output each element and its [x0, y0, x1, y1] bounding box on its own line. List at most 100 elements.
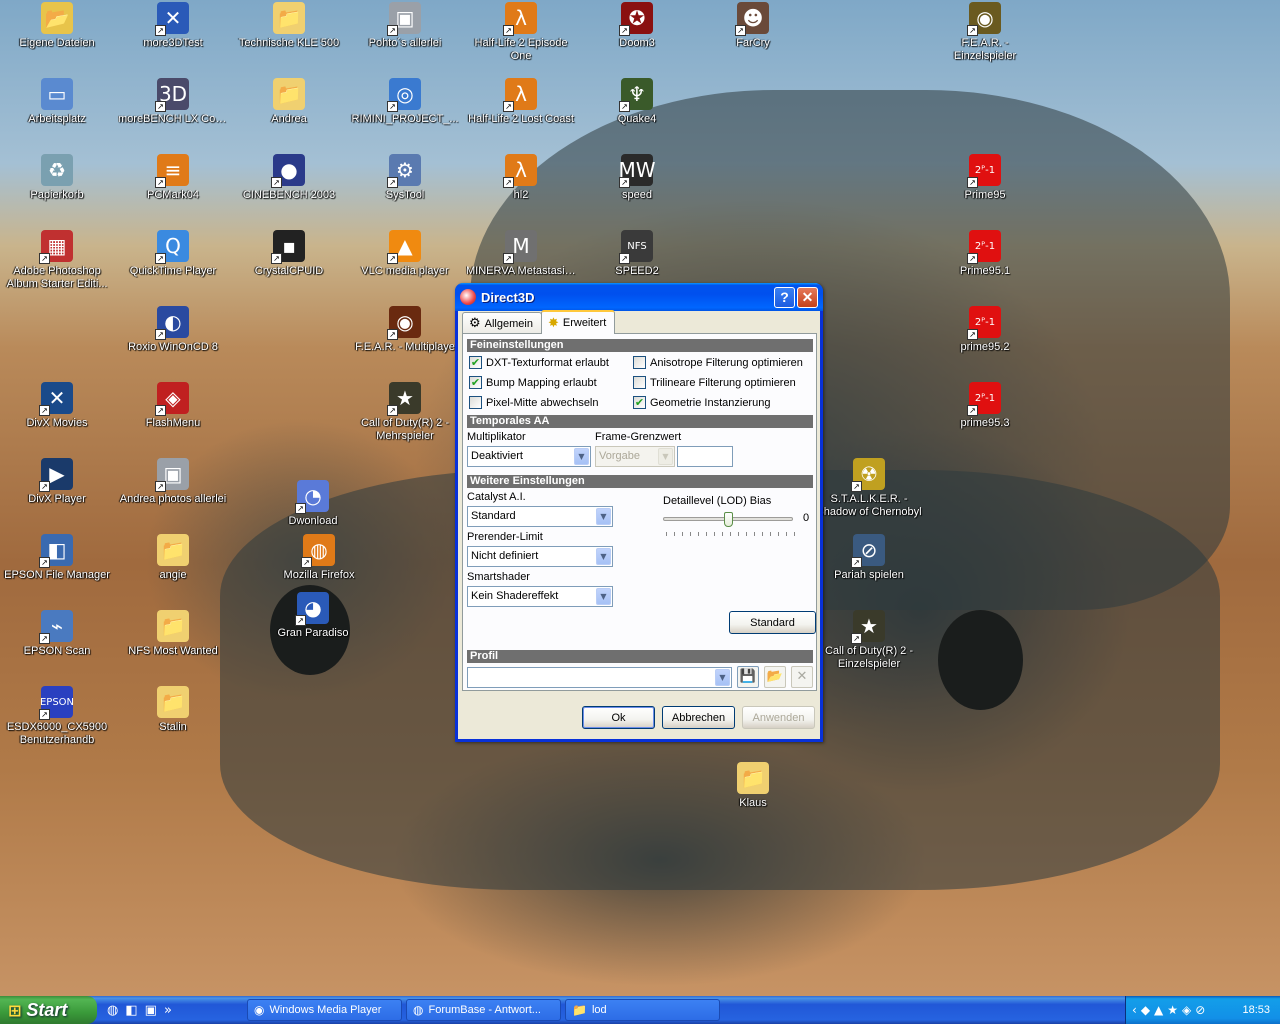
- ok-button[interactable]: Ok: [582, 706, 655, 729]
- option-checkbox[interactable]: Trilineare Filterung optimieren: [633, 376, 796, 389]
- desktop-shortcut[interactable]: ▣ ↗ Pohto´s allerlei: [350, 2, 460, 50]
- help-button[interactable]: ?: [774, 286, 795, 308]
- desktop-shortcut[interactable]: 📂 Eigene Dateien: [2, 2, 112, 50]
- option-checkbox[interactable]: Pixel-Mitte abwechseln: [469, 396, 599, 409]
- desktop-shortcut[interactable]: ▭ Arbeitsplatz: [2, 78, 112, 126]
- multiplikator-label: Multiplikator: [467, 431, 526, 443]
- lod-bias-slider-thumb[interactable]: [724, 512, 733, 527]
- dialog-titlebar[interactable]: Direct3D ? ✕: [455, 283, 823, 311]
- desktop-shortcut[interactable]: ▶ ↗ DivX Player: [2, 458, 112, 506]
- chevron-down-icon[interactable]: ▼: [715, 669, 730, 686]
- desktop-shortcut[interactable]: 2ᴾ-1 ↗ Prime95.1: [930, 230, 1040, 278]
- checkmark-icon[interactable]: ✔: [633, 396, 646, 409]
- explorer-icon[interactable]: ◧: [125, 1003, 137, 1018]
- desktop-shortcut[interactable]: ◈ ↗ FlashMenu: [118, 382, 228, 430]
- prerender-limit-select[interactable]: Nicht definiert ▼: [467, 546, 613, 567]
- desktop-shortcut[interactable]: ◎ ↗ RIMINI_PROJECT_...: [350, 78, 460, 126]
- smartshader-select[interactable]: Kein Shadereffekt ▼: [467, 586, 613, 607]
- chevron-right-icon[interactable]: »: [164, 1003, 172, 1018]
- desktop-shortcut[interactable]: NFS ↗ SPEED2: [582, 230, 692, 278]
- desktop-shortcut[interactable]: λ ↗ hl2: [466, 154, 576, 202]
- checkmark-icon[interactable]: ✔: [469, 376, 482, 389]
- desktop-shortcut[interactable]: ✪ ↗ Doom3: [582, 2, 692, 50]
- cancel-button[interactable]: Abbrechen: [662, 706, 735, 729]
- profil-select[interactable]: ▼: [467, 667, 732, 688]
- desktop-shortcut[interactable]: ★ ↗ Call of Duty(R) 2 - Mehrspieler: [350, 382, 460, 443]
- checkbox-box[interactable]: [469, 396, 482, 409]
- desktop-shortcut[interactable]: M ↗ MINERVA Metastasis 2: [466, 230, 576, 278]
- task-windows-media-player[interactable]: ◉ Windows Media Player: [247, 999, 402, 1021]
- desktop-shortcut[interactable]: ● ↗ CINEBENCH 2003: [234, 154, 344, 202]
- desktop-shortcut[interactable]: ◉ ↗ F.E.A.R. - Einzelspieler: [930, 2, 1040, 63]
- close-button[interactable]: ✕: [797, 286, 818, 308]
- desktop-shortcut[interactable]: 2ᴾ-1 ↗ prime95.2: [930, 306, 1040, 354]
- desktop-shortcut[interactable]: ◔ ↗ Dwonload: [258, 480, 368, 528]
- desktop-shortcut[interactable]: 📁 Andrea: [234, 78, 344, 126]
- desktop-shortcut[interactable]: ✕ ↗ more3DTest: [118, 2, 228, 50]
- desktop-shortcut[interactable]: ♻ Papierkorb: [2, 154, 112, 202]
- tray-app-icon[interactable]: ◆: [1141, 1003, 1150, 1017]
- start-button[interactable]: ⊞ Start: [0, 996, 97, 1024]
- desktop-shortcut[interactable]: ☻ ↗ FarCry: [698, 2, 808, 50]
- desktop-shortcut[interactable]: ◧ ↗ EPSON File Manager: [2, 534, 112, 582]
- option-checkbox[interactable]: Anisotrope Filterung optimieren: [633, 356, 803, 369]
- desktop-shortcut[interactable]: ♆ ↗ Quake4: [582, 78, 692, 126]
- tab-allgemein[interactable]: ⚙ Allgemein: [462, 312, 542, 334]
- save-profile-icon[interactable]: 💾: [737, 666, 759, 688]
- desktop-shortcut[interactable]: ⚙ ↗ SysTool: [350, 154, 460, 202]
- frame-grenzwert-input[interactable]: [677, 446, 733, 467]
- desktop-shortcut[interactable]: 📁 Stalin: [118, 686, 228, 734]
- desktop-shortcut[interactable]: ◉ ↗ F.E.A.R. - Multiplaye: [350, 306, 460, 354]
- desktop-shortcut[interactable]: 📁 Klaus: [698, 762, 808, 810]
- chevron-down-icon[interactable]: ▼: [574, 448, 589, 465]
- multiplikator-select[interactable]: Deaktiviert ▼: [467, 446, 591, 467]
- desktop-shortcut[interactable]: 2ᴾ-1 ↗ Prime95: [930, 154, 1040, 202]
- desktop-shortcut[interactable]: ▪ ↗ CrystalCPUID: [234, 230, 344, 278]
- desktop-shortcut[interactable]: λ ↗ Half-Life 2 Lost Coast: [466, 78, 576, 126]
- tray-app-icon[interactable]: ⊘: [1195, 1003, 1205, 1017]
- desktop-shortcut[interactable]: ☢ ↗ S.T.A.L.K.E.R. - Shadow of Chernobyl: [814, 458, 924, 519]
- chevron-down-icon[interactable]: ▼: [596, 588, 611, 605]
- option-checkbox[interactable]: ✔ Bump Mapping erlaubt: [469, 376, 597, 389]
- firefox-icon[interactable]: ◍: [107, 1003, 118, 1018]
- tray-app-icon[interactable]: ▲: [1154, 1003, 1163, 1017]
- desktop-shortcut[interactable]: ◍ ↗ Mozilla Firefox: [264, 534, 374, 582]
- desktop-shortcut[interactable]: MW ↗ speed: [582, 154, 692, 202]
- standard-button[interactable]: Standard: [729, 611, 816, 634]
- option-checkbox[interactable]: ✔ Geometrie Instanzierung: [633, 396, 770, 409]
- desktop-shortcut[interactable]: ★ ↗ Call of Duty(R) 2 - Einzelspieler: [814, 610, 924, 671]
- tray-app-icon[interactable]: ★: [1167, 1003, 1178, 1017]
- task-forumbase[interactable]: ◍ ForumBase - Antwort...: [406, 999, 561, 1021]
- desktop-shortcut[interactable]: λ ↗ Half-Life 2 Episode One: [466, 2, 576, 63]
- chevron-down-icon[interactable]: ▼: [596, 508, 611, 525]
- tray-app-icon[interactable]: ◈: [1182, 1003, 1191, 1017]
- desktop-shortcut[interactable]: 2ᴾ-1 ↗ prime95.3: [930, 382, 1040, 430]
- desktop-shortcut[interactable]: ⊘ ↗ Pariah spielen: [814, 534, 924, 582]
- desktop-shortcut[interactable]: ▦ ↗ Adobe Photoshop Album Starter Editi...: [2, 230, 112, 291]
- tab-erweitert[interactable]: ✸ Erweitert: [540, 310, 616, 334]
- desktop-shortcut[interactable]: ◕ ↗ Gran Paradiso: [258, 592, 368, 640]
- desktop-shortcut[interactable]: 📁 Technische KLE 500: [234, 2, 344, 50]
- desktop-shortcut[interactable]: 3D ↗ moreBENCH LX Control: [118, 78, 228, 126]
- desktop-icon[interactable]: ▣: [145, 1003, 157, 1018]
- checkbox-box[interactable]: [633, 376, 646, 389]
- catalyst-ai-select[interactable]: Standard ▼: [467, 506, 613, 527]
- desktop-shortcut[interactable]: Q ↗ QuickTime Player: [118, 230, 228, 278]
- desktop-shortcut[interactable]: ✕ ↗ DivX Movies: [2, 382, 112, 430]
- task-lod[interactable]: 📁 lod: [565, 999, 720, 1021]
- option-checkbox[interactable]: ✔ DXT-Texturformat erlaubt: [469, 356, 609, 369]
- checkmark-icon[interactable]: ✔: [469, 356, 482, 369]
- desktop-shortcut[interactable]: ◐ ↗ Roxio WinOnCD 8: [118, 306, 228, 354]
- desktop-shortcut[interactable]: 📁 angie: [118, 534, 228, 582]
- checkbox-box[interactable]: [633, 356, 646, 369]
- desktop-shortcut[interactable]: ≡ ↗ PCMark04: [118, 154, 228, 202]
- desktop-shortcut[interactable]: EPSON ↗ ESDX6000_CX5900 Benutzerhandb: [2, 686, 112, 747]
- desktop-shortcut[interactable]: ▣ ↗ Andrea photos allerlei: [118, 458, 228, 506]
- app-icon: MW ↗: [618, 154, 656, 188]
- desktop-shortcut[interactable]: ⌁ ↗ EPSON Scan: [2, 610, 112, 658]
- tray-expand-icon[interactable]: ‹: [1132, 1003, 1137, 1017]
- desktop-shortcut[interactable]: ▲ ↗ VLC media player: [350, 230, 460, 278]
- desktop-shortcut[interactable]: 📁 NFS Most Wanted: [118, 610, 228, 658]
- app-icon: ◔ ↗: [295, 480, 329, 514]
- chevron-down-icon[interactable]: ▼: [596, 548, 611, 565]
